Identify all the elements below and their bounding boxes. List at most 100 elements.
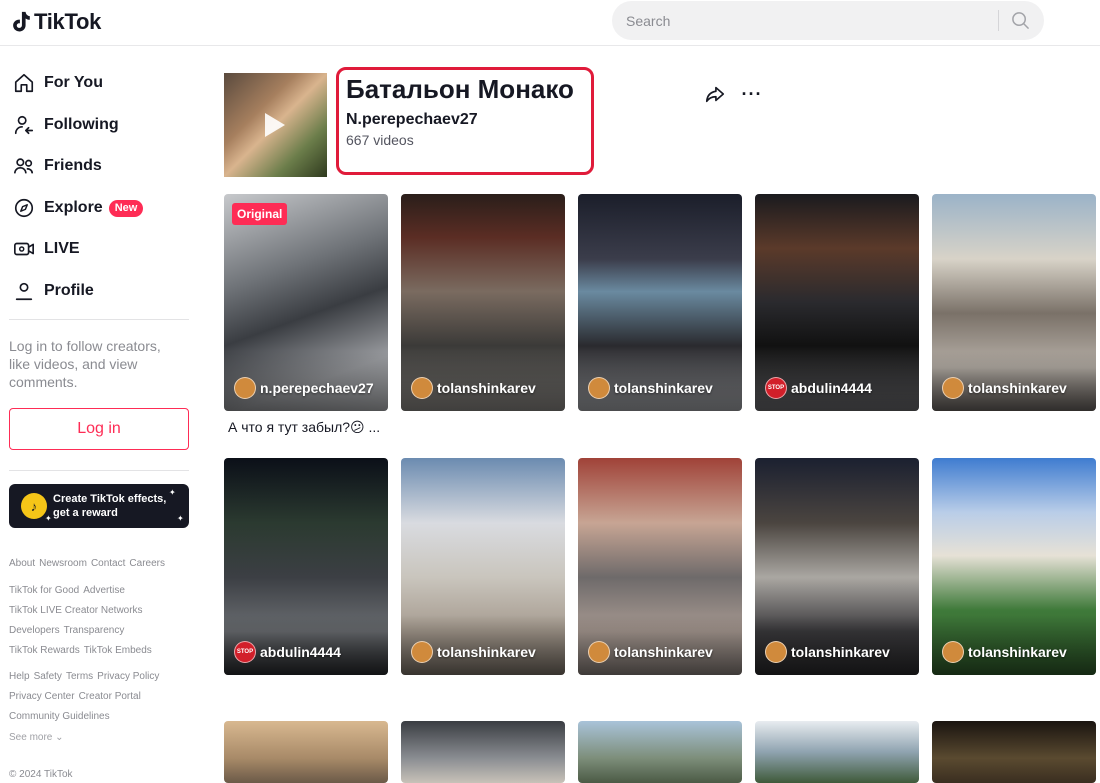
footer-link[interactable]: Creator Portal [79,691,141,702]
nav-live[interactable]: LIVE [12,234,80,264]
footer-links-row: Help Safety Terms Privacy Policy [9,667,163,687]
avatar: STOP [765,377,787,399]
footer-links-row: TikTok Rewards TikTok Embeds [9,641,156,661]
avatar [765,641,787,663]
nav-following[interactable]: Following [12,110,119,140]
video-card[interactable] [224,721,388,783]
nav-friends[interactable]: Friends [12,151,102,181]
video-card[interactable] [578,721,742,783]
video-card[interactable]: Original n.perepechaev27 [224,194,388,411]
search-button[interactable] [1006,7,1034,34]
avatar [588,377,610,399]
search-input[interactable] [626,1,996,40]
footer-link[interactable]: Advertise [83,585,125,596]
nav-label: LIVE [44,240,80,257]
footer-links-row: Community Guidelines [9,707,114,727]
search-divider [998,10,999,31]
video-card[interactable]: tolanshinkarev [578,458,742,675]
friends-icon [12,154,36,178]
video-card[interactable] [932,721,1096,783]
original-badge: Original [232,203,288,225]
more-options-button[interactable]: ··· [740,82,764,106]
avatar [411,377,433,399]
chevron-down-icon: ⌄ [55,732,64,743]
nav-profile[interactable]: Profile [12,276,94,306]
playlist-author[interactable]: N.perepechaev27 [346,111,478,129]
footer-link[interactable]: TikTok Embeds [84,645,152,656]
search-icon [1011,12,1029,29]
avatar [942,377,964,399]
footer-link[interactable]: Contact [91,558,125,569]
copyright-text: © 2024 TikTok [9,769,73,780]
create-effects-banner[interactable]: ♪ Create TikTok effects, get a reward ✦ … [9,484,189,528]
footer-link[interactable]: Privacy Center [9,691,75,702]
see-more-label: See more [9,732,53,743]
see-more-link[interactable]: See more ⌄ [9,732,64,743]
sparkle-icon: ✦ [177,514,184,523]
footer-link[interactable]: Privacy Policy [97,671,159,682]
video-caption[interactable]: А что я тут забыл?😕 ... [228,419,380,436]
logo-wordmark: TikTok [34,9,102,34]
sparkle-icon: ✦ [45,514,52,523]
card-username: tolanshinkarev [968,644,1067,660]
footer-link[interactable]: TikTok Rewards [9,645,80,656]
card-username: tolanshinkarev [791,644,890,660]
video-card[interactable]: tolanshinkarev [401,458,565,675]
search-bar [612,1,1044,40]
share-button[interactable] [703,82,727,106]
more-icon: ··· [741,83,763,104]
video-card[interactable]: STOP abdulin4444 [755,194,919,411]
tiktok-logo[interactable]: TikTok [10,8,101,36]
nav-label: Profile [44,282,94,299]
card-author: n.perepechaev27 [234,377,374,399]
video-card[interactable]: tolanshinkarev [932,458,1096,675]
footer-link[interactable]: Terms [66,671,93,682]
avatar [234,377,256,399]
avatar [411,641,433,663]
footer-links-row: Privacy Center Creator Portal [9,687,145,707]
footer-link[interactable]: Help [9,671,30,682]
footer-link[interactable]: Developers [9,625,60,636]
sidebar: For You Following Friends Explore New LI… [0,47,205,783]
card-username: tolanshinkarev [437,380,536,396]
video-card[interactable]: tolanshinkarev [401,194,565,411]
login-button[interactable]: Log in [9,408,189,450]
nav-label: Following [44,116,119,133]
play-icon [265,113,285,137]
footer-link[interactable]: Safety [34,671,62,682]
avatar: STOP [234,641,256,663]
nav-label: Explore [44,199,103,216]
footer-link[interactable]: Transparency [64,625,125,636]
video-card[interactable] [755,721,919,783]
sparkle-icon: ✦ [169,488,176,497]
card-author: tolanshinkarev [942,377,1067,399]
card-author: tolanshinkarev [765,641,890,663]
nav-explore[interactable]: Explore New [12,193,144,223]
effects-banner-text: Create TikTok effects, get a reward [53,493,167,519]
avatar [942,641,964,663]
footer-links-row: Developers Transparency [9,621,128,641]
login-prompt-text: Log in to follow creators, like videos, … [9,338,161,390]
following-icon [12,113,36,137]
card-author: STOP abdulin4444 [234,641,341,663]
nav-for-you[interactable]: For You [12,68,103,98]
footer-link[interactable]: Community Guidelines [9,711,110,722]
video-card[interactable]: tolanshinkarev [578,194,742,411]
video-card[interactable]: tolanshinkarev [932,194,1096,411]
card-author: tolanshinkarev [411,641,536,663]
card-username: tolanshinkarev [968,380,1067,396]
footer-link[interactable]: TikTok LIVE Creator Networks [9,605,143,616]
video-card[interactable]: STOP abdulin4444 [224,458,388,675]
playlist-cover[interactable] [224,73,327,177]
card-author: STOP abdulin4444 [765,377,872,399]
nav-label: For You [44,74,103,91]
footer-link[interactable]: About [9,558,35,569]
footer-link[interactable]: Newsroom [39,558,87,569]
video-card[interactable] [401,721,565,783]
home-icon [12,71,36,95]
avatar [588,641,610,663]
footer-link[interactable]: TikTok for Good [9,585,79,596]
footer-link[interactable]: Careers [129,558,165,569]
video-card[interactable]: tolanshinkarev [755,458,919,675]
card-username: abdulin4444 [791,380,872,396]
